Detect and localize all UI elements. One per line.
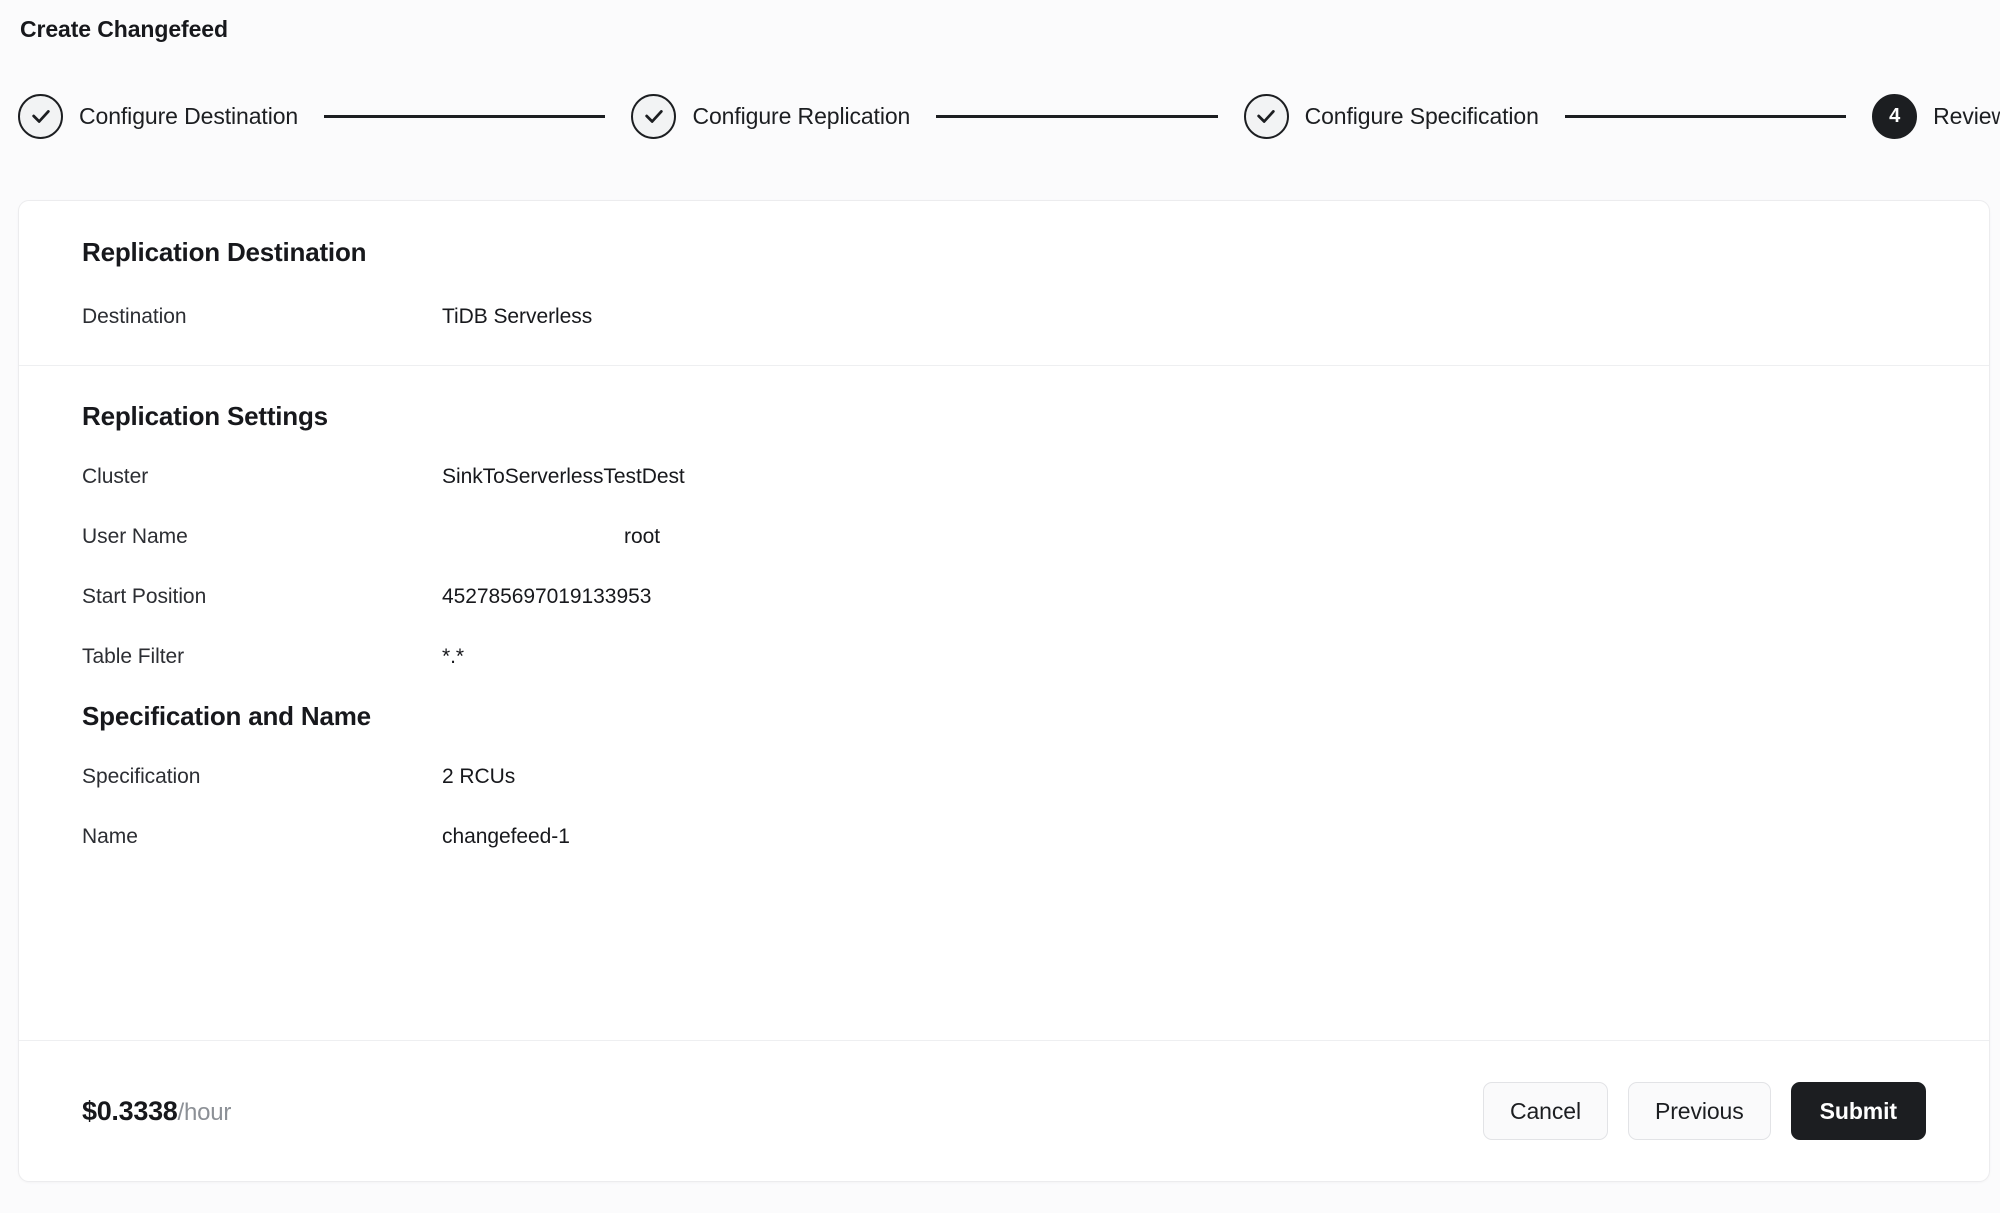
stepper-connector-3 xyxy=(1564,114,1847,118)
detail-row-specification: Specification 2 RCUs xyxy=(82,765,1926,789)
stepper-connector-2 xyxy=(936,114,1218,118)
detail-value: *.* xyxy=(442,645,465,668)
detail-row-user-name: User Name root xyxy=(82,525,1926,549)
section-title-specification-and-name: Specification and Name xyxy=(82,701,371,731)
section-title: Replication Destination xyxy=(82,237,367,267)
section-title: Replication Settings xyxy=(82,401,328,431)
stepper-step-review[interactable]: 4 Review xyxy=(1872,93,2000,139)
step-number: 4 xyxy=(1889,104,1901,127)
review-card: Replication Destination Destination TiDB… xyxy=(18,200,1990,1182)
detail-label: Start Position xyxy=(82,585,207,608)
detail-value: 452785697019133953 xyxy=(442,585,652,608)
detail-value: root xyxy=(624,525,660,548)
detail-label: Table Filter xyxy=(82,645,185,668)
price-amount: $0.3338 xyxy=(82,1095,178,1126)
stepper-step-label: Configure Replication xyxy=(692,102,911,129)
card-footer: $0.3338/hour Cancel Previous Submit xyxy=(19,1041,1989,1181)
submit-button[interactable]: Submit xyxy=(1790,1082,1926,1140)
footer-actions: Cancel Previous Submit xyxy=(1482,1082,1926,1140)
stepper-step-configure-specification[interactable]: Configure Specification xyxy=(1243,93,1539,139)
price-summary: $0.3338/hour xyxy=(82,1096,231,1127)
section-replication-settings: Replication Settings Cluster SinkToServe… xyxy=(19,366,1989,925)
detail-label: Destination xyxy=(82,305,187,328)
stepper-step-label: Review xyxy=(1933,102,2000,129)
create-changefeed-page: Create Changefeed Configure Destination xyxy=(0,0,2000,1213)
check-icon xyxy=(643,105,665,127)
detail-value: 2 RCUs xyxy=(442,765,516,788)
detail-row-table-filter: Table Filter *.* xyxy=(82,645,1926,669)
check-icon xyxy=(1255,105,1277,127)
detail-label: Name xyxy=(82,825,138,848)
detail-row-destination: Destination TiDB Serverless xyxy=(82,305,1926,329)
detail-row-name: Name changefeed-1 xyxy=(82,825,1926,849)
stepper-step-configure-replication[interactable]: Configure Replication xyxy=(631,93,911,139)
stepper-connector-1 xyxy=(324,114,606,118)
step-2-status-circle xyxy=(631,93,677,139)
section-replication-destination: Replication Destination Destination TiDB… xyxy=(19,201,1989,365)
stepper-step-label: Configure Destination xyxy=(79,102,299,129)
step-1-status-circle xyxy=(18,93,63,139)
step-4-status-circle: 4 xyxy=(1872,93,1918,139)
detail-label: Specification xyxy=(82,765,201,788)
price-unit: /hour xyxy=(177,1098,232,1126)
check-icon xyxy=(30,105,52,127)
stepper: Configure Destination Configure Replicat… xyxy=(18,88,2000,144)
detail-row-start-position: Start Position 452785697019133953 xyxy=(82,585,1926,609)
detail-row-cluster: Cluster SinkToServerlessTestDest xyxy=(82,465,1926,489)
step-3-status-circle xyxy=(1243,93,1289,139)
previous-button[interactable]: Previous xyxy=(1627,1082,1771,1140)
page-title: Create Changefeed xyxy=(20,16,228,42)
detail-label: Cluster xyxy=(82,465,149,488)
detail-value: SinkToServerlessTestDest xyxy=(442,465,685,488)
detail-label: User Name xyxy=(82,525,188,548)
stepper-step-configure-destination[interactable]: Configure Destination xyxy=(18,93,299,139)
detail-value: changefeed-1 xyxy=(442,825,570,848)
cancel-button[interactable]: Cancel xyxy=(1482,1082,1608,1140)
stepper-step-label: Configure Specification xyxy=(1304,102,1539,129)
detail-value: TiDB Serverless xyxy=(442,305,593,328)
